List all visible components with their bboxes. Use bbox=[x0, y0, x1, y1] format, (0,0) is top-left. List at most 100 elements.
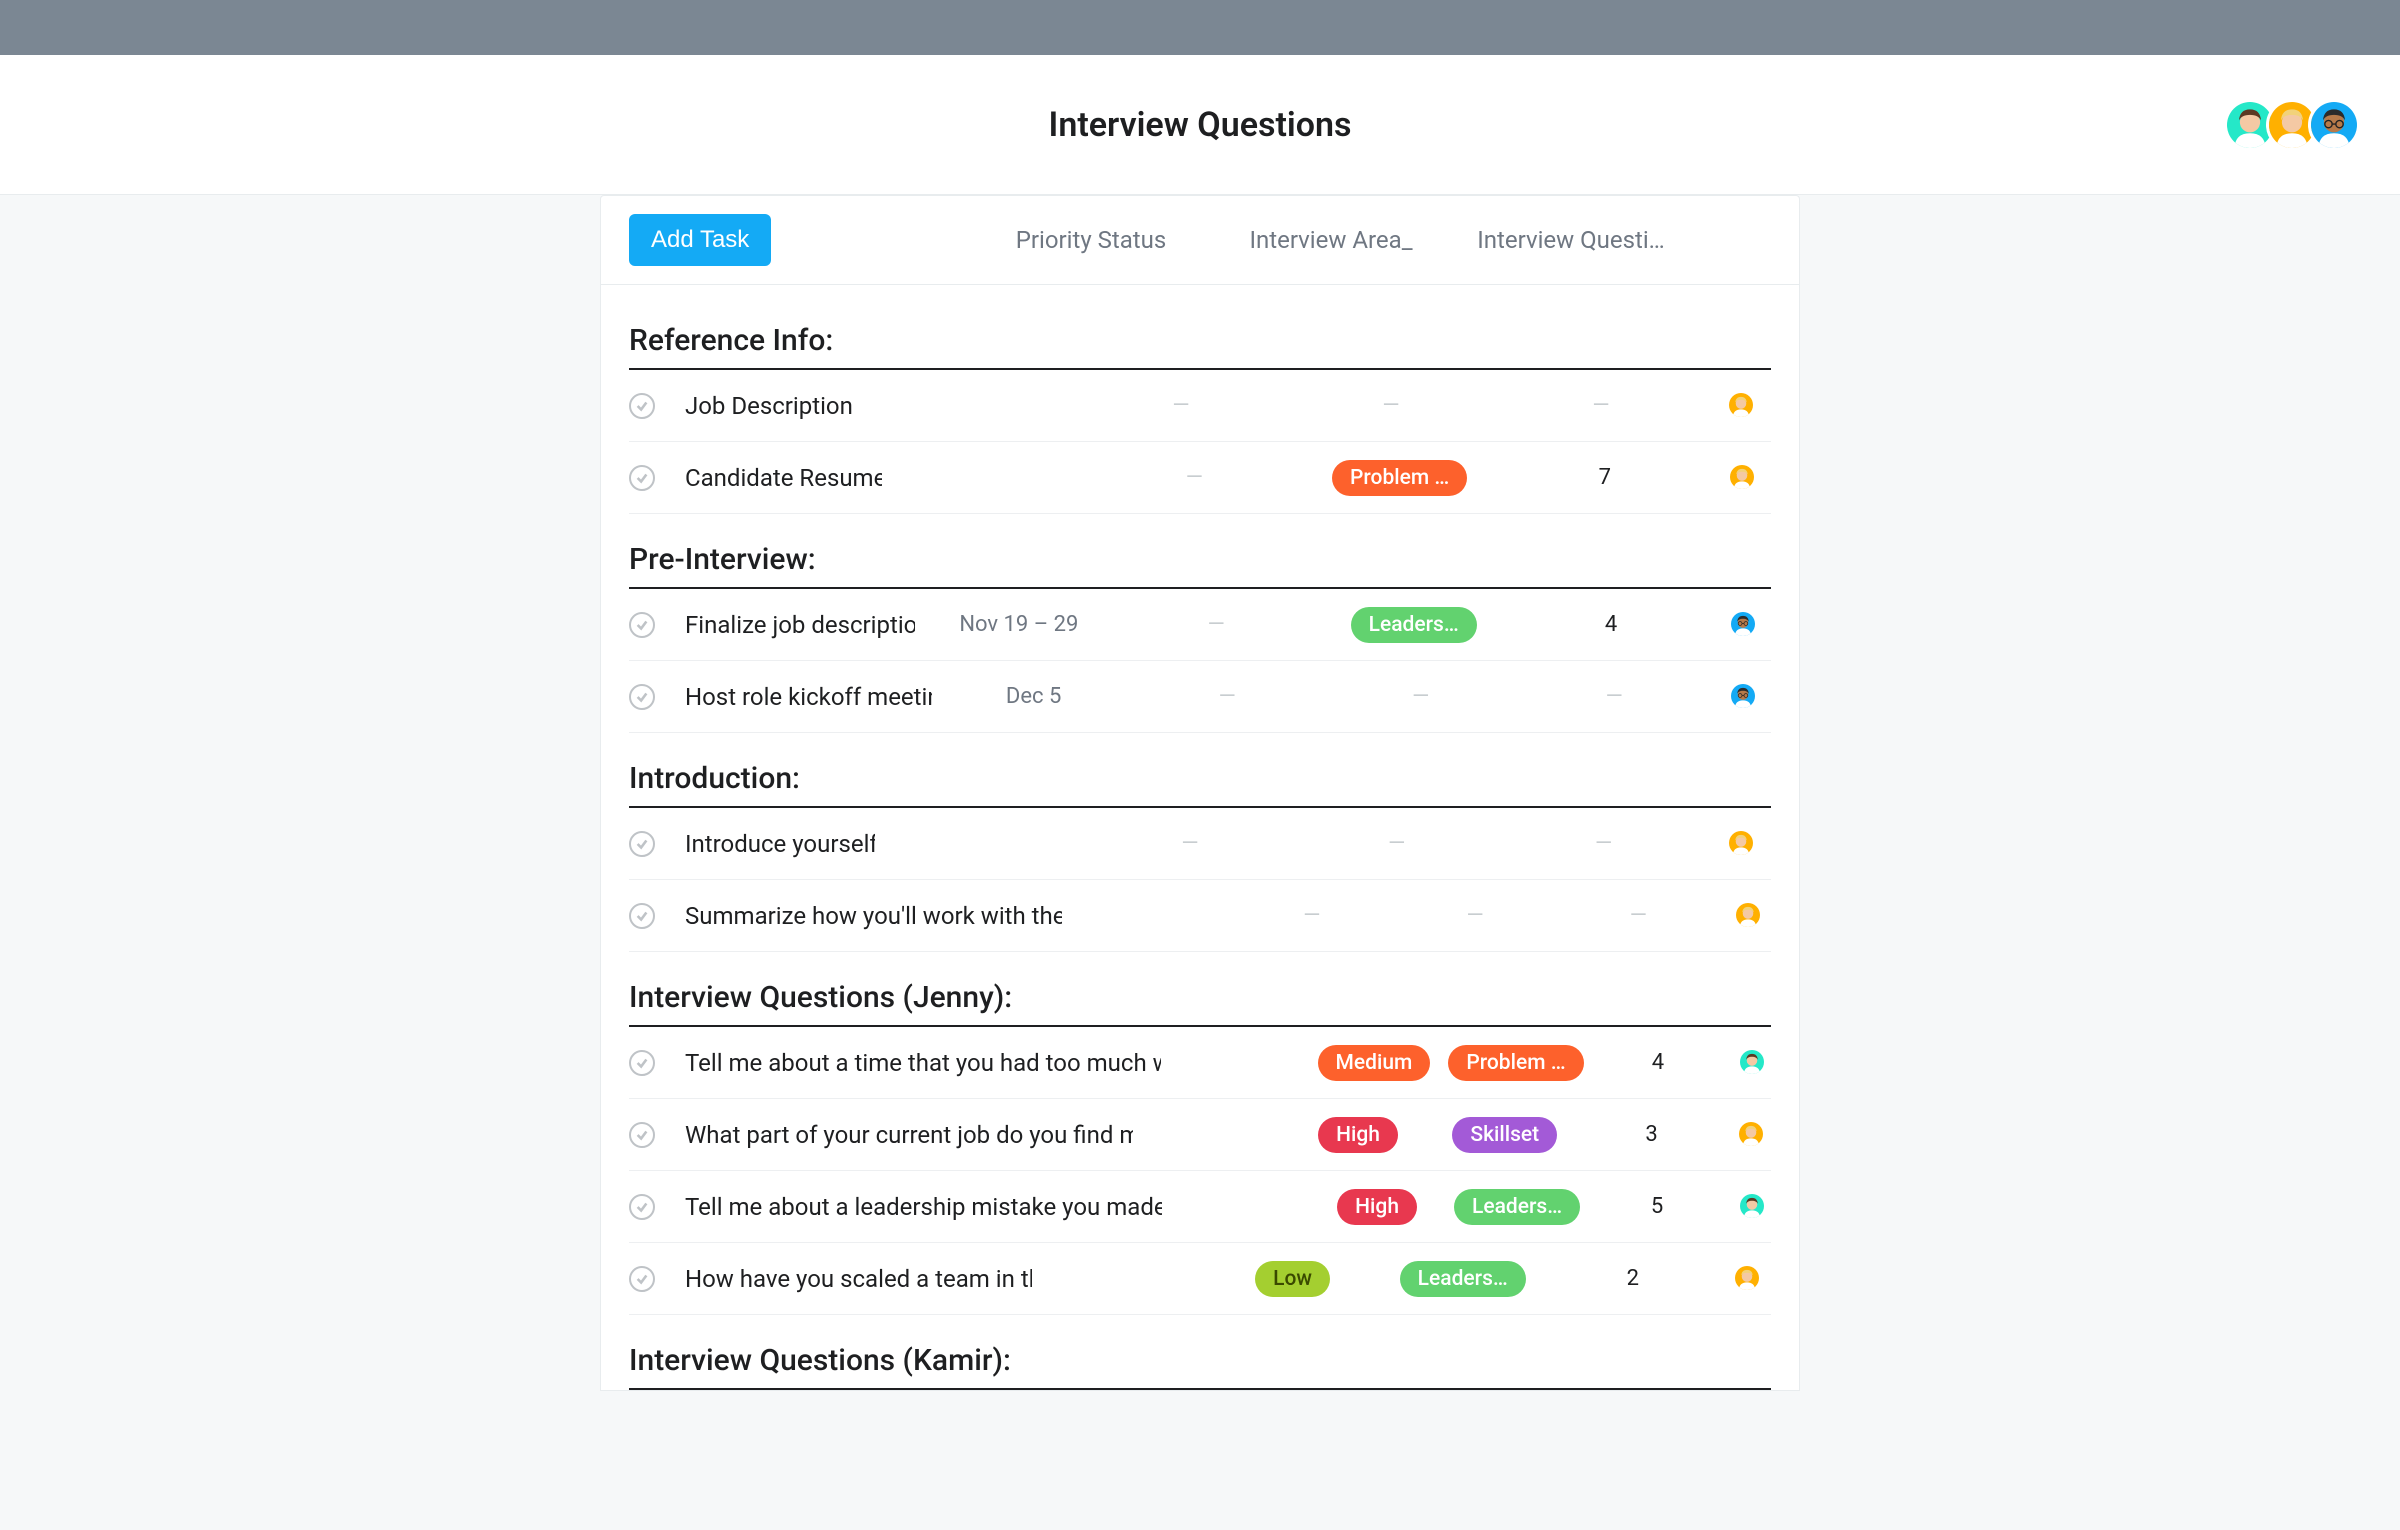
area-cell[interactable]: Leaders… bbox=[1383, 1261, 1543, 1297]
assignee-avatar[interactable] bbox=[1727, 829, 1755, 857]
priority-cell[interactable]: — bbox=[1097, 465, 1292, 490]
complete-checkbox[interactable] bbox=[629, 393, 655, 419]
section-header[interactable]: Pre-Interview: bbox=[629, 514, 1771, 589]
task-name[interactable]: Job Description bbox=[665, 392, 861, 420]
assignee-avatar[interactable] bbox=[1737, 1120, 1765, 1148]
collaborator-avatar[interactable] bbox=[2308, 99, 2360, 151]
priority-cell[interactable]: — bbox=[1135, 684, 1319, 709]
assignee-cell[interactable] bbox=[1732, 1192, 1771, 1222]
task-name[interactable]: Introduce yourself bbox=[665, 830, 875, 858]
question-count-cell[interactable]: 7 bbox=[1507, 465, 1702, 490]
complete-checkbox[interactable] bbox=[629, 1050, 655, 1076]
area-cell[interactable]: — bbox=[1329, 684, 1513, 709]
task-row[interactable]: Tell me about a leadership mistake you m… bbox=[629, 1171, 1771, 1243]
priority-cell[interactable]: — bbox=[1123, 612, 1310, 637]
column-header-questions[interactable]: Interview Questi… bbox=[1471, 226, 1671, 254]
task-row[interactable]: Candidate Resume — Problem … 7 bbox=[629, 442, 1771, 514]
priority-pill: High bbox=[1337, 1189, 1417, 1225]
area-cell[interactable]: Skillset bbox=[1436, 1117, 1573, 1153]
task-row[interactable]: Host role kickoff meeting Dec 5 — — — bbox=[629, 661, 1771, 733]
question-count-cell[interactable]: — bbox=[1522, 684, 1706, 709]
area-pill: Leaders… bbox=[1454, 1189, 1580, 1225]
assignee-cell[interactable] bbox=[1711, 391, 1771, 421]
priority-cell[interactable]: — bbox=[1092, 831, 1289, 856]
complete-checkbox[interactable] bbox=[629, 903, 655, 929]
assignee-avatar[interactable] bbox=[1738, 1192, 1766, 1220]
assignee-avatar[interactable] bbox=[1728, 463, 1756, 491]
assignee-cell[interactable] bbox=[1715, 610, 1771, 640]
task-name[interactable]: Finalize job description bbox=[665, 611, 915, 639]
complete-checkbox[interactable] bbox=[629, 831, 655, 857]
task-row[interactable]: Summarize how you'll work with the candi… bbox=[629, 880, 1771, 952]
page-title: Interview Questions bbox=[1049, 105, 1352, 145]
task-due-date[interactable]: Nov 19 – 29 bbox=[925, 612, 1112, 637]
add-task-button[interactable]: Add Task bbox=[629, 214, 771, 266]
task-due-date[interactable]: Dec 5 bbox=[942, 684, 1126, 709]
task-panel: Add Task Priority Status Interview Area_… bbox=[600, 195, 1800, 1391]
priority-cell[interactable]: — bbox=[1081, 393, 1281, 418]
area-cell[interactable]: — bbox=[1298, 831, 1495, 856]
task-row[interactable]: Tell me about a time that you had too mu… bbox=[629, 1027, 1771, 1099]
priority-cell[interactable]: — bbox=[1235, 903, 1388, 928]
question-count-cell[interactable]: 5 bbox=[1592, 1194, 1722, 1219]
task-row[interactable]: How have you scaled a team in the past? L… bbox=[629, 1243, 1771, 1315]
question-count-cell[interactable]: 4 bbox=[1594, 1050, 1723, 1075]
task-name[interactable]: Tell me about a leadership mistake you m… bbox=[665, 1193, 1162, 1221]
task-name[interactable]: Candidate Resume bbox=[665, 464, 882, 492]
complete-checkbox[interactable] bbox=[629, 1266, 655, 1292]
assignee-avatar[interactable] bbox=[1729, 610, 1757, 638]
assignee-cell[interactable] bbox=[1725, 901, 1771, 931]
empty-dash: — bbox=[1592, 393, 1609, 418]
section-header[interactable]: Reference Info: bbox=[629, 295, 1771, 370]
assignee-avatar[interactable] bbox=[1738, 1048, 1766, 1076]
section-header[interactable]: Introduction: bbox=[629, 733, 1771, 808]
assignee-cell[interactable] bbox=[1712, 829, 1771, 859]
priority-cell[interactable]: Low bbox=[1212, 1261, 1372, 1297]
question-count-cell[interactable]: 2 bbox=[1553, 1266, 1713, 1291]
complete-checkbox[interactable] bbox=[629, 1122, 655, 1148]
assignee-cell[interactable] bbox=[1712, 463, 1771, 493]
question-count-cell[interactable]: 4 bbox=[1517, 612, 1704, 637]
task-row[interactable]: Job Description — — — bbox=[629, 370, 1771, 442]
task-name[interactable]: Summarize how you'll work with the candi… bbox=[665, 902, 1062, 930]
question-count-cell[interactable]: — bbox=[1505, 831, 1702, 856]
question-count-cell[interactable]: — bbox=[1501, 393, 1701, 418]
task-row[interactable]: What part of your current job do you fin… bbox=[629, 1099, 1771, 1171]
area-cell[interactable]: — bbox=[1398, 903, 1551, 928]
area-pill: Leaders… bbox=[1351, 607, 1477, 643]
task-name[interactable]: Tell me about a time that you had too mu… bbox=[665, 1049, 1161, 1077]
priority-cell[interactable]: Medium bbox=[1310, 1045, 1439, 1081]
area-cell[interactable]: Problem … bbox=[1448, 1045, 1583, 1081]
task-row[interactable]: Introduce yourself — — — bbox=[629, 808, 1771, 880]
section-header[interactable]: Interview Questions (Jenny): bbox=[629, 952, 1771, 1027]
assignee-cell[interactable] bbox=[1732, 1048, 1771, 1078]
complete-checkbox[interactable] bbox=[629, 465, 655, 491]
collaborator-list bbox=[2234, 99, 2360, 151]
complete-checkbox[interactable] bbox=[629, 684, 655, 710]
assignee-avatar[interactable] bbox=[1727, 391, 1755, 419]
priority-cell[interactable]: High bbox=[1312, 1189, 1442, 1225]
complete-checkbox[interactable] bbox=[629, 612, 655, 638]
area-cell[interactable]: — bbox=[1291, 393, 1491, 418]
column-header-area[interactable]: Interview Area_ bbox=[1231, 226, 1431, 254]
area-cell[interactable]: Leaders… bbox=[1320, 607, 1507, 643]
assignee-cell[interactable] bbox=[1730, 1120, 1771, 1150]
assignee-cell[interactable] bbox=[1716, 682, 1771, 712]
task-name[interactable]: What part of your current job do you fin… bbox=[665, 1121, 1133, 1149]
question-count-cell[interactable]: — bbox=[1562, 903, 1715, 928]
assignee-cell[interactable] bbox=[1723, 1264, 1771, 1294]
question-count-cell[interactable]: 3 bbox=[1583, 1122, 1720, 1147]
priority-cell[interactable]: High bbox=[1290, 1117, 1427, 1153]
assignee-avatar[interactable] bbox=[1729, 682, 1757, 710]
assignee-avatar[interactable] bbox=[1734, 901, 1762, 929]
task-name[interactable]: How have you scaled a team in the past? bbox=[665, 1265, 1032, 1293]
column-header-priority[interactable]: Priority Status bbox=[991, 226, 1191, 254]
section-header[interactable]: Interview Questions (Kamir): bbox=[629, 1315, 1771, 1390]
empty-dash: — bbox=[1606, 684, 1623, 709]
complete-checkbox[interactable] bbox=[629, 1194, 655, 1220]
area-cell[interactable]: Leaders… bbox=[1452, 1189, 1582, 1225]
area-cell[interactable]: Problem … bbox=[1302, 460, 1497, 496]
task-name[interactable]: Host role kickoff meeting bbox=[665, 683, 932, 711]
assignee-avatar[interactable] bbox=[1733, 1264, 1761, 1292]
task-row[interactable]: Finalize job description Nov 19 – 29 — Lead… bbox=[629, 589, 1771, 661]
